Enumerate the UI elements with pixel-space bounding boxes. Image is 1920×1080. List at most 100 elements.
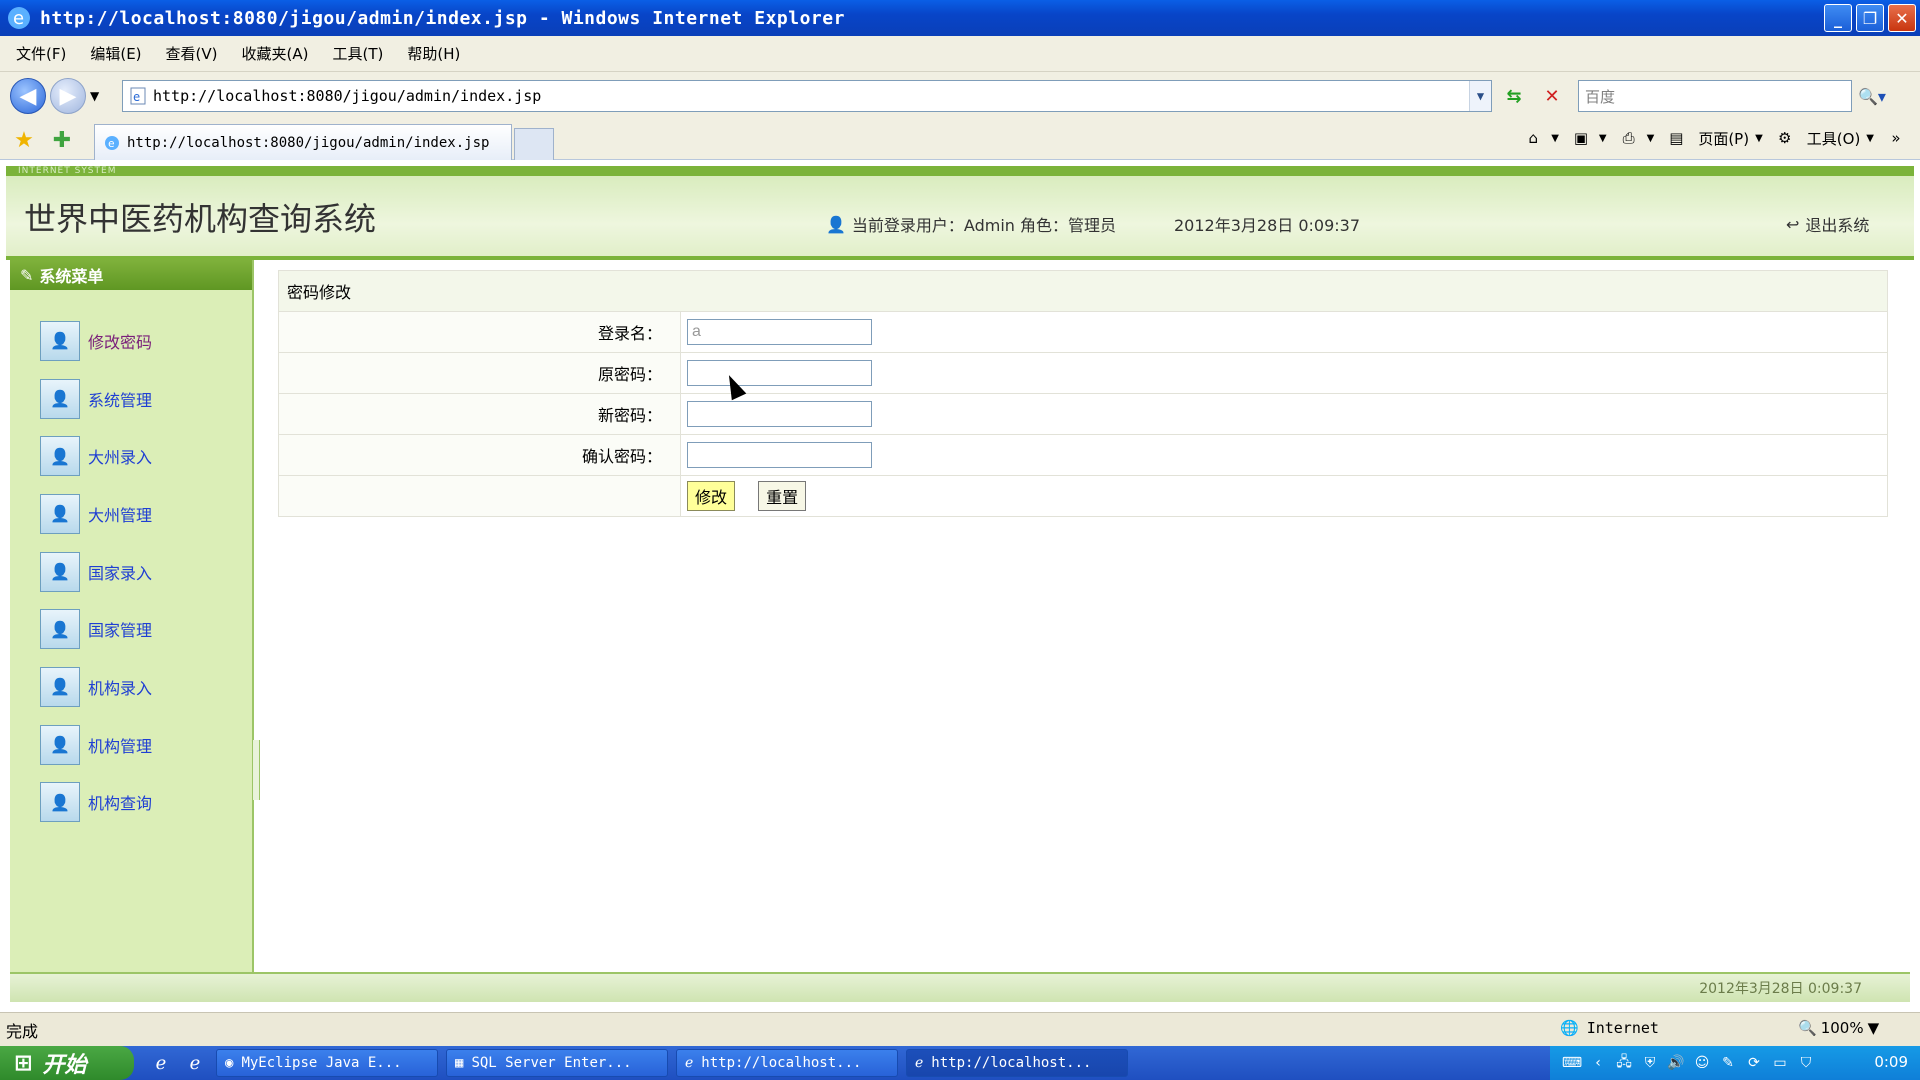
refresh-icon[interactable]: ⇆ <box>1500 82 1528 110</box>
shield-icon[interactable]: ⛨ <box>1640 1053 1660 1073</box>
search-icon[interactable]: 🔍▾ <box>1858 82 1898 110</box>
sidebar-item-country-management[interactable]: 👤 国家管理 <box>10 600 252 658</box>
qq-icon[interactable]: ☺ <box>1692 1053 1712 1073</box>
new-tab-button[interactable] <box>514 128 554 160</box>
start-button[interactable]: ⊞ 开始 <box>0 1046 134 1080</box>
tools-menu-dropdown-icon[interactable]: ▼ <box>1866 133 1874 144</box>
feeds-icon[interactable]: ▣ <box>1569 126 1593 150</box>
network-icon[interactable]: 🖧 <box>1614 1053 1634 1073</box>
tools-menu[interactable]: 工具(O) <box>1807 128 1861 149</box>
security-zone: 🌐 Internet <box>1560 1019 1659 1037</box>
old-password-field[interactable] <box>687 360 872 386</box>
sidebar-item-continent-entry[interactable]: 👤 大州录入 <box>10 427 252 485</box>
sidebar-item-institution-entry[interactable]: 👤 机构录入 <box>10 658 252 716</box>
sidebar-item-institution-management[interactable]: 👤 机构管理 <box>10 716 252 774</box>
print-dropdown-icon[interactable]: ▼ <box>1647 133 1655 144</box>
form-row-confirm-password: 确认密码： <box>278 434 1888 476</box>
form-row-new-password: 新密码： <box>278 393 1888 435</box>
volume-icon[interactable]: 🔊 <box>1666 1053 1686 1073</box>
sidebar-item-institution-query[interactable]: 👤 机构查询 <box>10 774 252 832</box>
user-card-icon: 👤 <box>40 551 80 592</box>
feeds-dropdown-icon[interactable]: ▼ <box>1599 133 1607 144</box>
user-card-icon: 👤 <box>40 666 80 707</box>
zoom-dropdown-icon[interactable]: ▼ <box>1868 1019 1880 1037</box>
forward-button[interactable]: ▶ <box>50 78 86 114</box>
form-row-actions: 修改 重置 <box>278 475 1888 517</box>
tab-label: http://localhost:8080/jigou/admin/index.… <box>127 134 490 151</box>
page-menu-dropdown-icon[interactable]: ▼ <box>1755 133 1763 144</box>
confirm-password-field[interactable] <box>687 442 872 468</box>
database-icon: ▦ <box>455 1055 464 1071</box>
stop-icon[interactable]: ✕ <box>1538 82 1566 110</box>
home-dropdown-icon[interactable]: ▼ <box>1551 133 1559 144</box>
login-name-field[interactable] <box>687 319 872 345</box>
browser-menubar: 文件(F) 编辑(E) 查看(V) 收藏夹(A) 工具(T) 帮助(H) <box>0 36 1920 72</box>
home-icon[interactable]: ⌂ <box>1521 126 1545 150</box>
security-icon[interactable]: ⛉ <box>1796 1053 1816 1073</box>
menu-edit[interactable]: 编辑(E) <box>90 43 141 64</box>
zoom-control[interactable]: 🔍 100% ▼ <box>1798 1019 1879 1037</box>
logout-link[interactable]: ↩ 退出系统 <box>1786 212 1869 236</box>
windows-logo-icon: ⊞ <box>14 1050 33 1076</box>
login-name-label: 登录名： <box>278 311 681 353</box>
brand-strip: INTERNET SYSTEM <box>18 166 117 176</box>
new-password-field[interactable] <box>687 401 872 427</box>
restore-button[interactable]: ❐ <box>1856 4 1884 32</box>
browser-quicklaunch-icon[interactable]: ℯ <box>182 1050 208 1076</box>
address-bar[interactable]: e http://localhost:8080/jigou/admin/inde… <box>122 80 1492 112</box>
history-dropdown-icon[interactable]: ▼ <box>90 89 99 103</box>
user-card-icon: 👤 <box>40 320 80 361</box>
menu-file[interactable]: 文件(F) <box>16 43 66 64</box>
display-icon[interactable]: ▭ <box>1770 1053 1790 1073</box>
print-icon[interactable]: ⎙ <box>1617 126 1641 150</box>
task-myeclipse[interactable]: ◉ MyEclipse Java E... <box>216 1049 438 1077</box>
zone-label: Internet <box>1586 1019 1659 1037</box>
task-ie-1[interactable]: ℯ http://localhost... <box>676 1049 898 1077</box>
menu-view[interactable]: 查看(V) <box>166 43 218 64</box>
menu-help[interactable]: 帮助(H) <box>407 43 460 64</box>
submit-button[interactable]: 修改 <box>687 481 735 511</box>
keyboard-icon[interactable]: ⌨ <box>1562 1053 1582 1073</box>
window-controls: _ ❐ ✕ <box>1824 4 1916 32</box>
sidebar-item-label: 大州录入 <box>88 448 153 468</box>
sidebar-item-system-management[interactable]: 👤 系统管理 <box>10 370 252 428</box>
page-menu[interactable]: 页面(P) <box>1698 128 1749 149</box>
taskbar-clock: 0:09 <box>1874 1053 1908 1071</box>
search-placeholder: 百度 <box>1585 87 1616 106</box>
sidebar-item-continent-management[interactable]: 👤 大州管理 <box>10 485 252 543</box>
address-dropdown-icon[interactable]: ▼ <box>1469 81 1491 111</box>
new-password-label: 新密码： <box>278 393 681 435</box>
tab-current[interactable]: e http://localhost:8080/jigou/admin/inde… <box>94 124 512 160</box>
sidebar-item-label: 大州管理 <box>88 505 153 525</box>
menu-tools[interactable]: 工具(T) <box>332 43 383 64</box>
search-input[interactable]: 百度 <box>1578 80 1852 112</box>
confirm-password-label: 确认密码： <box>278 434 681 476</box>
sidebar-item-country-entry[interactable]: 👤 国家录入 <box>10 543 252 601</box>
add-favorite-icon[interactable]: ✚ <box>48 126 76 154</box>
page-footer: 2012年3月28日 0:09:37 <box>10 972 1910 1002</box>
minimize-button[interactable]: _ <box>1824 4 1852 32</box>
ie-quicklaunch-icon[interactable]: ℯ <box>148 1050 174 1076</box>
windows-taskbar: ⊞ 开始 ℯ ℯ ◉ MyEclipse Java E... ▦ SQL Ser… <box>0 1046 1920 1080</box>
back-button[interactable]: ◀ <box>10 78 46 114</box>
reset-button[interactable]: 重置 <box>758 481 807 511</box>
sidebar-item-label: 国家管理 <box>88 621 153 641</box>
sync-icon[interactable]: ⟳ <box>1744 1053 1764 1073</box>
notes-icon[interactable]: ✎ <box>1718 1053 1738 1073</box>
password-form: 密码修改 登录名： 原密码： 新密码： 确认密码： 修改 <box>278 270 1888 517</box>
task-ie-2[interactable]: ℯ http://localhost... <box>906 1049 1128 1077</box>
sidebar-item-change-password[interactable]: 👤 修改密码 <box>10 312 252 370</box>
tab-row: ★ ✚ e http://localhost:8080/jigou/admin/… <box>0 120 1920 160</box>
close-button[interactable]: ✕ <box>1888 4 1916 32</box>
task-sql-server[interactable]: ▦ SQL Server Enter... <box>446 1049 668 1077</box>
globe-icon: 🌐 <box>1560 1019 1579 1037</box>
gear-icon[interactable]: ⚙ <box>1773 126 1797 150</box>
sidebar-item-label: 系统管理 <box>88 390 153 410</box>
menu-favorites[interactable]: 收藏夹(A) <box>242 43 309 64</box>
sidebar-splitter[interactable] <box>252 740 260 800</box>
favorites-star-icon[interactable]: ★ <box>10 126 38 154</box>
chevron-more-icon[interactable]: » <box>1884 126 1908 150</box>
page-menu-icon[interactable]: ▤ <box>1664 126 1688 150</box>
tray-expand-icon[interactable]: ‹ <box>1588 1053 1608 1073</box>
page-title: 世界中医药机构查询系统 <box>24 200 377 238</box>
